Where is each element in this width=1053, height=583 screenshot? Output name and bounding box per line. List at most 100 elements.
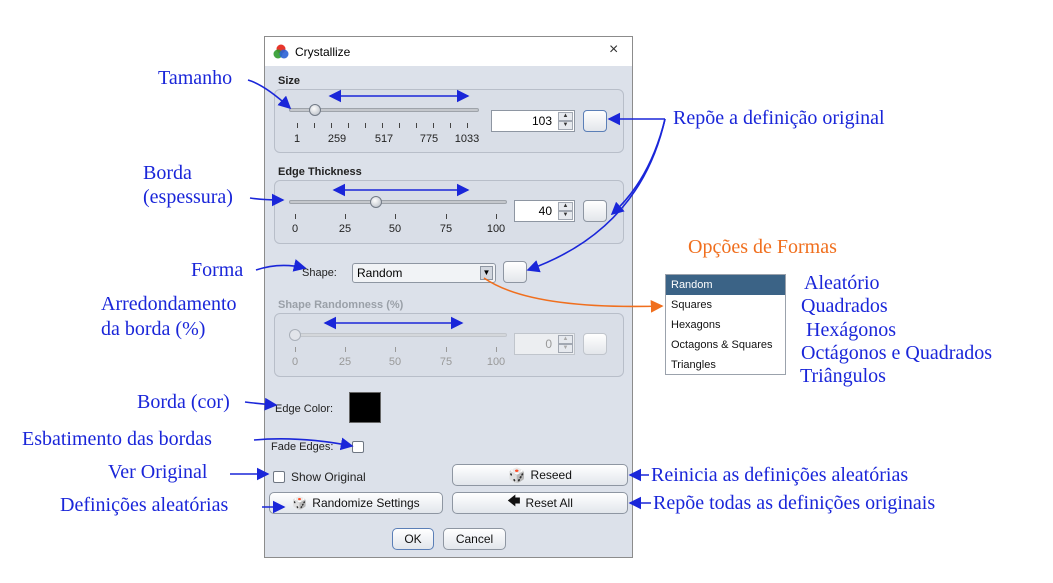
size-tick — [382, 123, 383, 128]
size-group: 1 259 517 775 1033 103 ▲ ▼ — [274, 89, 624, 153]
edge-color-label: Edge Color: — [275, 403, 334, 415]
shape-label: Shape: — [302, 267, 337, 279]
shape-randomness-slider-track[interactable] — [289, 333, 507, 337]
rand-tick — [395, 347, 396, 352]
rand-tick — [496, 347, 497, 352]
annotation-borda-cor: Borda (cor) — [137, 391, 230, 413]
annotation-borda: Borda — [143, 162, 192, 184]
rand-spin-down[interactable]: ▼ — [558, 344, 573, 353]
size-label: Size — [278, 75, 301, 87]
close-icon[interactable]: × — [609, 41, 618, 59]
size-tick — [365, 123, 366, 128]
annotation-esbatimento: Esbatimento das bordas — [22, 428, 212, 450]
size-tick — [416, 123, 417, 128]
size-tick — [399, 123, 400, 128]
annotation-forma: Forma — [191, 259, 244, 281]
edge-thickness-slider-track[interactable] — [289, 200, 507, 204]
dice-icon: 🎲 — [508, 466, 526, 483]
annotation-espessura: (espessura) — [143, 186, 233, 208]
shape-options-list: Random Squares Hexagons Octagons & Squar… — [665, 274, 786, 375]
size-reset-button[interactable] — [583, 110, 607, 132]
rand-tick-label: 100 — [486, 356, 506, 368]
edge-thickness-group: 0 25 50 75 100 40 ▲ ▼ — [274, 180, 624, 244]
size-slider-thumb[interactable] — [309, 104, 321, 116]
edge-tick — [295, 214, 296, 219]
ok-label: OK — [404, 532, 422, 546]
size-tick-label: 517 — [374, 133, 394, 145]
size-spin-up[interactable]: ▲ — [558, 112, 573, 121]
edge-thickness-value: 40 — [538, 204, 552, 218]
translation-label: Triângulos — [800, 365, 886, 387]
shape-option[interactable]: Random — [666, 275, 785, 295]
size-tick — [433, 123, 434, 128]
shape-option[interactable]: Squares — [666, 295, 785, 315]
edge-tick-label: 25 — [338, 223, 352, 235]
reseed-button[interactable]: 🎲 Reseed — [452, 464, 628, 486]
crystallize-dialog: Crystallize × Size 1 259 517 775 1033 10… — [264, 36, 633, 558]
rand-tick-label: 50 — [388, 356, 402, 368]
chevron-down-icon[interactable]: ▼ — [480, 266, 493, 280]
size-tick — [331, 123, 332, 128]
edge-thickness-label: Edge Thickness — [278, 166, 362, 178]
edge-tick-label: 0 — [291, 223, 299, 235]
size-tick — [314, 123, 315, 128]
randomize-settings-button[interactable]: 🎲 Randomize Settings — [269, 492, 443, 514]
rand-spin-up[interactable]: ▲ — [558, 335, 573, 344]
shape-randomness-value: 0 — [545, 337, 552, 351]
edge-thickness-slider-thumb[interactable] — [370, 196, 382, 208]
annotation-ver-original: Ver Original — [108, 461, 208, 483]
size-tick-label: 775 — [419, 133, 439, 145]
fade-edges-label: Fade Edges: — [271, 441, 334, 453]
translation-label: Octágonos e Quadrados — [801, 342, 993, 364]
fade-edges-checkbox[interactable] — [352, 441, 364, 453]
annotation-reinicia: Reinicia as definições aleatórias — [651, 464, 909, 486]
reset-all-button[interactable]: 🡄 Reset All — [452, 492, 628, 514]
edge-tick-label: 75 — [439, 223, 453, 235]
rand-tick-label: 25 — [338, 356, 352, 368]
size-tick — [348, 123, 349, 128]
size-spinner[interactable]: 103 ▲ ▼ — [491, 110, 575, 132]
edge-spin-up[interactable]: ▲ — [558, 202, 573, 211]
edge-thickness-spinner[interactable]: 40 ▲ ▼ — [514, 200, 575, 222]
shape-randomness-slider-thumb[interactable] — [289, 329, 301, 341]
edge-tick-label: 50 — [388, 223, 402, 235]
rand-tick — [446, 347, 447, 352]
size-value: 103 — [531, 114, 552, 128]
shape-randomness-group: 0 25 50 75 100 0 ▲ ▼ — [274, 313, 624, 377]
shape-option[interactable]: Octagons & Squares — [666, 335, 785, 355]
size-tick-label: 1033 — [454, 133, 480, 145]
edge-spin-down[interactable]: ▼ — [558, 211, 573, 220]
reset-all-label: Reset All — [525, 496, 573, 510]
edge-tick-label: 100 — [486, 223, 506, 235]
annotation-repoe-original: Repõe a definição original — [673, 107, 885, 129]
dialog-title: Crystallize — [295, 45, 351, 59]
edge-tick — [446, 214, 447, 219]
size-tick — [467, 123, 468, 128]
edge-thickness-reset-button[interactable] — [583, 200, 607, 222]
shape-randomness-reset-button[interactable] — [583, 333, 607, 355]
show-original-label: Show Original — [291, 470, 366, 484]
translation-label: Quadrados — [801, 295, 888, 317]
annotation-tamanho: Tamanho — [158, 67, 233, 89]
ok-button[interactable]: OK — [392, 528, 434, 550]
rand-tick-label: 75 — [439, 356, 453, 368]
crystallize-app-icon — [273, 44, 289, 59]
shape-option[interactable]: Hexagons — [666, 315, 785, 335]
shape-dropdown[interactable]: Random ▼ — [352, 263, 496, 283]
size-tick-label: 1 — [293, 133, 301, 145]
edge-tick — [345, 214, 346, 219]
shape-randomness-spinner[interactable]: 0 ▲ ▼ — [514, 333, 575, 355]
shape-reset-button[interactable] — [503, 261, 527, 283]
rand-tick-label: 0 — [291, 356, 299, 368]
annotation-definicoes-aleatorias: Definições aleatórias — [60, 494, 229, 516]
show-original-checkbox[interactable] — [273, 471, 285, 483]
size-tick-label: 259 — [327, 133, 347, 145]
size-spin-down[interactable]: ▼ — [558, 121, 573, 130]
annotation-arredondamento: Arredondamento — [101, 293, 237, 315]
edge-color-swatch[interactable] — [349, 392, 381, 423]
shape-option[interactable]: Triangles — [666, 355, 785, 375]
annotation-repoe-todas: Repõe todas as definições originais — [653, 492, 936, 514]
cancel-button[interactable]: Cancel — [443, 528, 506, 550]
shape-options-heading: Opções de Formas — [688, 236, 837, 258]
arrow-left-icon: 🡄 — [507, 493, 521, 508]
